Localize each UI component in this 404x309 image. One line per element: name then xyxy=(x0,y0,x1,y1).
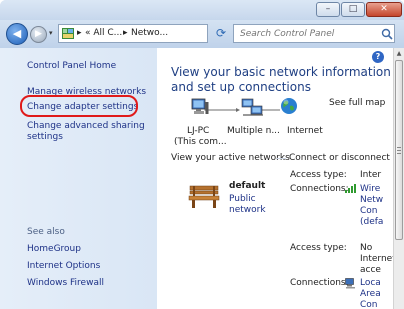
section-divider xyxy=(276,158,286,159)
wireless-connection-link[interactable]: Wire xyxy=(360,184,380,194)
title-bar: – □ ✕ xyxy=(0,0,404,20)
wireless-connection-link-line2[interactable]: Netw xyxy=(360,195,383,205)
help-icon[interactable]: ? xyxy=(372,51,384,63)
page-title-line2: and set up connections xyxy=(171,80,311,94)
access-type-value-2-line3: acce xyxy=(360,265,381,275)
access-type-label-2: Access type: xyxy=(290,243,347,253)
back-button[interactable]: ◀ xyxy=(6,23,28,45)
internet-globe-icon xyxy=(281,98,297,114)
wireless-signal-icon xyxy=(345,184,356,193)
red-highlight-annotation xyxy=(20,95,138,117)
connect-or-disconnect-link[interactable]: Connect or disconnect xyxy=(289,153,390,163)
search-icon[interactable] xyxy=(381,28,393,40)
scroll-up-icon[interactable]: ▲ xyxy=(394,48,404,59)
this-computer-sub: (This com... xyxy=(174,137,227,147)
wireless-connection-link-line3[interactable]: Con xyxy=(360,206,378,216)
refresh-icon[interactable]: ⟳ xyxy=(213,25,229,42)
local-area-connection-icon xyxy=(345,278,355,289)
maximize-button[interactable]: □ xyxy=(341,2,365,17)
access-type-label: Access type: xyxy=(290,170,347,180)
see-also-heading: See also xyxy=(27,227,65,237)
local-area-connection-link-line2[interactable]: Area xyxy=(360,289,381,299)
forward-button[interactable]: ▶ xyxy=(30,26,47,43)
local-area-connection-link-line3[interactable]: Con xyxy=(360,300,378,309)
close-button[interactable]: ✕ xyxy=(366,2,402,17)
change-advanced-sharing-settings-link[interactable]: Change advanced sharing xyxy=(27,121,145,132)
minimize-button[interactable]: – xyxy=(316,2,340,17)
see-full-map-link[interactable]: See full map xyxy=(329,98,385,108)
vertical-scrollbar[interactable]: ▲ xyxy=(393,48,404,309)
control-panel-home-link[interactable]: Control Panel Home xyxy=(27,61,116,72)
internet-options-link[interactable]: Internet Options xyxy=(27,261,100,272)
grip-line xyxy=(397,153,401,154)
local-area-connection-link[interactable]: Loca xyxy=(360,278,381,288)
page-title: View your basic network information xyxy=(171,65,391,79)
this-computer-name: LJ-PC xyxy=(187,126,210,136)
wireless-connection-link-line4[interactable]: (defa xyxy=(360,217,383,227)
search-input[interactable] xyxy=(236,26,380,41)
internet-label: Internet xyxy=(287,126,323,136)
search-box xyxy=(233,24,395,43)
address-bar[interactable]: ▸ « All C... ▸ Netwo... ▾ xyxy=(58,24,259,43)
public-network-bench-icon xyxy=(188,185,220,208)
control-panel-icon xyxy=(62,28,74,39)
multiple-networks-label: Multiple n... xyxy=(227,126,280,136)
breadcrumb-separator-icon: ▸ xyxy=(123,28,128,38)
access-type-value-2: No xyxy=(360,243,373,253)
access-type-value: Inter xyxy=(360,170,382,180)
control-panel-window: – □ ✕ ◀ ▶ ▾ ▸ « All C... ▸ Netwo... ▾ ⟳ xyxy=(0,0,404,309)
network-name: default xyxy=(229,181,266,191)
scrollbar-thumb[interactable] xyxy=(395,60,403,240)
public-network-link-line2[interactable]: network xyxy=(229,205,266,215)
multiple-networks-icon xyxy=(241,98,263,116)
windows-firewall-link[interactable]: Windows Firewall xyxy=(27,278,104,289)
change-advanced-sharing-settings-link-line2[interactable]: settings xyxy=(27,132,63,143)
breadcrumb-all-control-panel[interactable]: « All C... xyxy=(85,28,122,38)
public-network-link[interactable]: Public xyxy=(229,194,256,204)
breadcrumb-separator-icon: ▸ xyxy=(77,28,82,38)
grip-line xyxy=(397,147,401,148)
recent-pages-dropdown[interactable]: ▾ xyxy=(49,29,53,37)
grip-line xyxy=(397,150,401,151)
breadcrumb-network[interactable]: Netwo... xyxy=(131,28,168,38)
connections-label: Connections: xyxy=(290,184,349,194)
computer-icon xyxy=(191,98,209,114)
homegroup-link[interactable]: HomeGroup xyxy=(27,244,81,255)
active-networks-heading: View your active networks xyxy=(171,153,290,163)
connections-label-2: Connections: xyxy=(290,278,349,288)
navigation-bar: ◀ ▶ ▾ ▸ « All C... ▸ Netwo... ▾ ⟳ xyxy=(0,20,404,48)
access-type-value-2-line2: Internet xyxy=(360,254,396,264)
